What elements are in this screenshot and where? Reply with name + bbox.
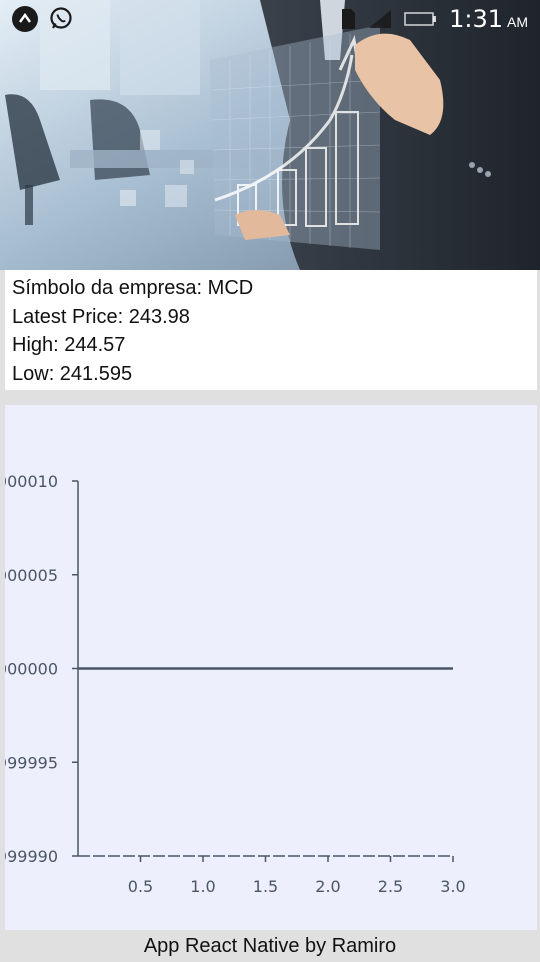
stock-info-card: Símbolo da empresa: MCD Latest Price: 24… <box>5 270 537 390</box>
y-tick-label: 999995 <box>5 753 58 772</box>
caret-up-notification-icon <box>12 6 38 32</box>
x-tick-label: 2.5 <box>378 877 403 896</box>
battery-icon <box>404 12 437 26</box>
x-tick-label: 1.0 <box>190 877 215 896</box>
sim-card-icon <box>342 9 356 29</box>
status-bar: 1:31 AM <box>0 0 540 38</box>
business-chart-photo-icon <box>0 0 540 270</box>
x-tick-label: 2.0 <box>315 877 340 896</box>
low-price: Low: 241.595 <box>12 362 133 385</box>
x-tick-label: 3.0 <box>440 877 465 896</box>
footer-credit: App React Native by Ramiro <box>143 935 397 957</box>
y-tick-label: 000005 <box>5 566 58 585</box>
y-tick-label: 000010 <box>5 472 58 491</box>
high-price: High: 244.57 <box>12 334 126 356</box>
status-ampm: AM <box>507 14 528 30</box>
latest-price: Latest Price: 243.98 <box>12 305 190 328</box>
y-tick-label: 999990 <box>5 847 58 866</box>
company-symbol: Símbolo da empresa: MCD <box>12 277 254 299</box>
x-tick-label: 1.5 <box>253 877 278 896</box>
price-chart-svg: 000010 000005 000000 999995 999990 0.5 1.0 1.5 2… <box>5 472 466 896</box>
y-tick-label: 000000 <box>5 660 58 679</box>
hero-image: 1:31 AM <box>0 0 540 270</box>
status-right: 1:31 AM <box>339 5 528 33</box>
whatsapp-icon <box>48 6 74 32</box>
signal-strength-icon <box>369 10 392 28</box>
x-tick-label: 0.5 <box>128 877 153 896</box>
status-left <box>12 6 74 32</box>
price-chart: 000010 000005 000000 999995 999990 0.5 1.0 1.5 2… <box>5 405 537 930</box>
status-time: 1:31 <box>449 5 503 33</box>
